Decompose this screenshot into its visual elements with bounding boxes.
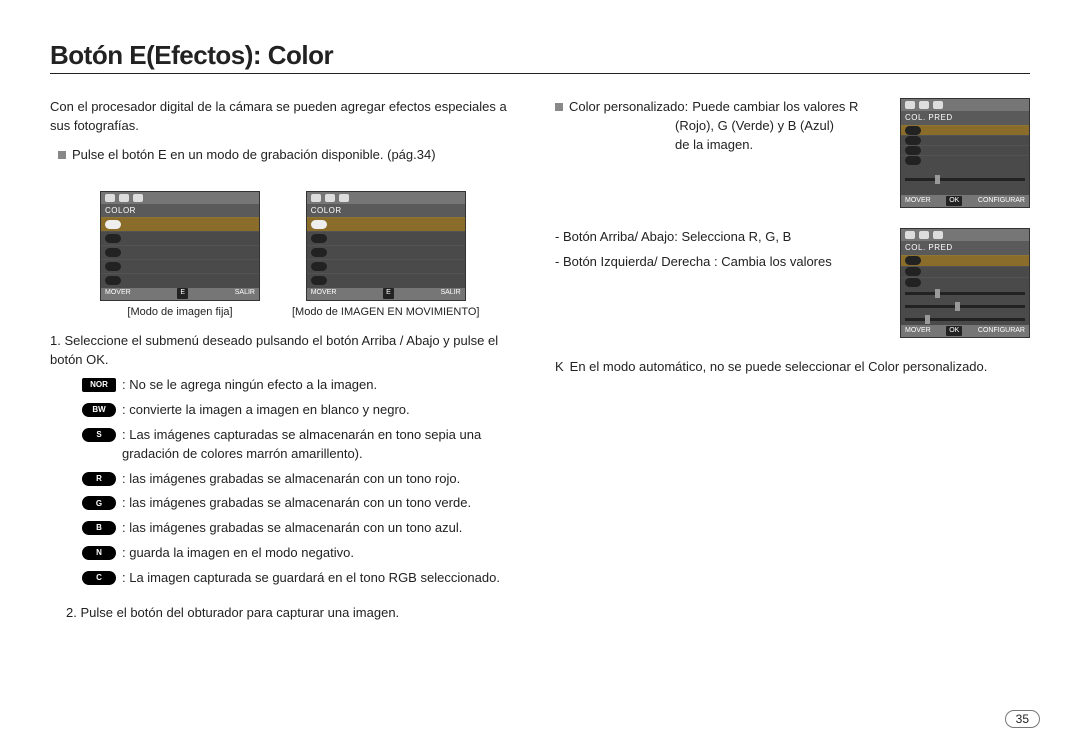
effect-desc: : La imagen capturada se guardará en el …	[122, 569, 500, 588]
lcd-still-mode: COLOR MOVER E SALIR	[100, 191, 260, 301]
effect-badge-icon: B	[82, 521, 116, 535]
left-column: Con el procesador digital de la cámara s…	[50, 98, 525, 629]
page-title: Botón E(Efectos): Color	[50, 40, 1030, 71]
right-column: Color personalizado: Puede cambiar los v…	[555, 98, 1030, 629]
intro-text: Con el procesador digital de la cámara s…	[50, 98, 525, 136]
effect-badge-icon: BW	[82, 403, 116, 417]
lcd-footer-left: MOVER	[905, 326, 931, 336]
lcd-footer-right: SALIR	[440, 288, 460, 298]
lcd-footer-btn: OK	[946, 196, 962, 206]
effect-desc: : las imágenes grabadas se almacenarán c…	[122, 470, 460, 489]
effect-item: NOR : No se le agrega ningún efecto a la …	[82, 376, 525, 395]
lcd-movie-mode: COLOR MOVER E SALIR	[306, 191, 466, 301]
effect-item: B : las imágenes grabadas se almacenarán …	[82, 519, 525, 538]
effect-item: S : Las imágenes capturadas se almacenará…	[82, 426, 525, 464]
step1: 1. Seleccione el submenú deseado pulsand…	[50, 332, 525, 370]
effect-desc: : las imágenes grabadas se almacenarán c…	[122, 494, 471, 513]
lcd-footer-right: SALIR	[235, 288, 255, 298]
effect-badge-icon: C	[82, 571, 116, 585]
caption-movie: [Modo de IMAGEN EN MOVIMIENTO]	[292, 305, 479, 321]
lcd-header: COL. PRED	[901, 111, 1029, 125]
effect-badge-icon: N	[82, 546, 116, 560]
lcd-footer-right: CONFIGURAR	[978, 196, 1025, 206]
page-number: 35	[1005, 710, 1040, 728]
bullet-text: Pulse el botón E en un modo de grabación…	[72, 146, 436, 165]
effect-desc: : No se le agrega ningún efecto a la ima…	[122, 376, 377, 395]
effect-badge-icon: S	[82, 428, 116, 442]
effect-badge-icon: G	[82, 496, 116, 510]
bullet-icon	[555, 103, 563, 111]
custom-color-label: Color personalizado:	[569, 98, 688, 117]
effect-item: BW : convierte la imagen a imagen en blan…	[82, 401, 525, 420]
effect-item: C : La imagen capturada se guardará en el…	[82, 569, 525, 588]
rgb-change-line: - Botón Izquierda/ Derecha : Cambia los …	[555, 253, 884, 272]
lcd-header: COL. PRED	[901, 241, 1029, 255]
lcd-footer-left: MOVER	[905, 196, 931, 206]
custom-color-desc3: de la imagen.	[675, 136, 884, 155]
lcd-footer-btn: OK	[946, 326, 962, 336]
rgb-select-line: - Botón Arriba/ Abajo: Selecciona R, G, …	[555, 228, 884, 247]
note-k-icon: K	[555, 358, 564, 377]
bullet-icon	[58, 151, 66, 159]
effect-item: G : las imágenes grabadas se almacenarán …	[82, 494, 525, 513]
effect-desc: : Las imágenes capturadas se almacenarán…	[122, 426, 525, 464]
effect-desc: : guarda la imagen en el modo negativo.	[122, 544, 354, 563]
lcd-footer-left: MOVER	[105, 288, 131, 298]
effect-item: N : guarda la imagen en el modo negativo.	[82, 544, 525, 563]
custom-color-desc1: Puede cambiar los valores R	[692, 98, 858, 117]
caption-still: [Modo de imagen fija]	[127, 305, 232, 321]
lcd-custom-color-b: COL. PRED MOVER OK CONFIGURAR	[900, 228, 1030, 338]
effect-desc: : las imágenes grabadas se almacenarán c…	[122, 519, 462, 538]
lcd-footer-btn: E	[383, 288, 394, 298]
effect-item: R : las imágenes grabadas se almacenarán …	[82, 470, 525, 489]
effect-badge-icon: NOR	[82, 378, 116, 392]
effect-badge-icon: R	[82, 472, 116, 486]
effect-list: NOR : No se le agrega ningún efecto a la …	[82, 376, 525, 588]
title-rule	[50, 73, 1030, 74]
lcd-header: COLOR	[307, 204, 465, 218]
lcd-footer-btn: E	[177, 288, 188, 298]
lcd-header: COLOR	[101, 204, 259, 218]
effect-desc: : convierte la imagen a imagen en blanco…	[122, 401, 410, 420]
lcd-footer-left: MOVER	[311, 288, 337, 298]
step2: 2. Pulse el botón del obturador para cap…	[66, 604, 525, 623]
custom-color-desc2: (Rojo), G (Verde) y B (Azul)	[675, 117, 884, 136]
lcd-footer-right: CONFIGURAR	[978, 326, 1025, 336]
lcd-custom-color-a: COL. PRED MOVER OK CONFIGURAR	[900, 98, 1030, 208]
note-text: En el modo automático, no se puede selec…	[570, 358, 988, 377]
